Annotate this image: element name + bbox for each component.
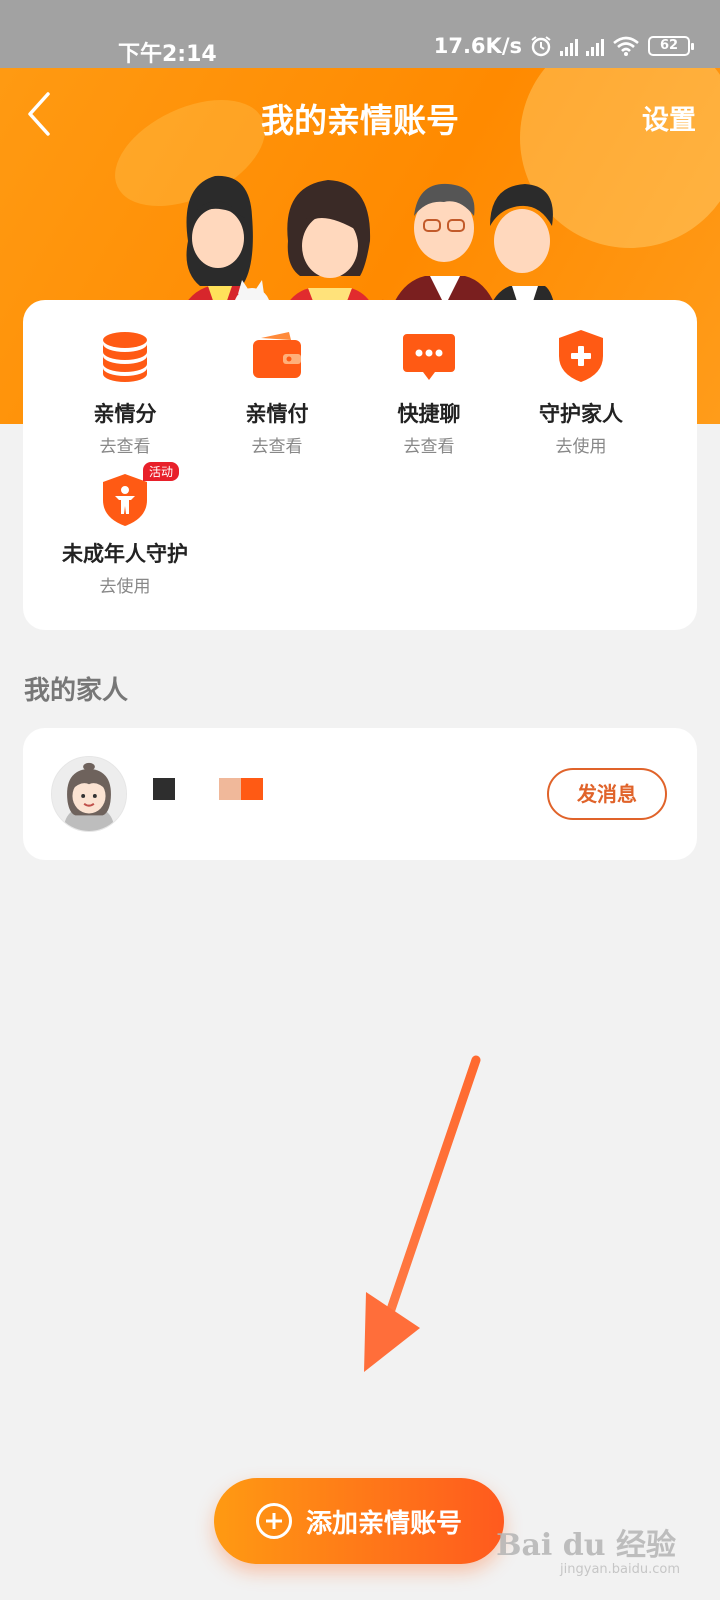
promo-badge: 活动 (143, 462, 180, 481)
redaction-block (153, 778, 175, 800)
status-icons: 17.6K/s 62 (433, 34, 694, 58)
alarm-icon (531, 36, 551, 57)
watermark-brand: Bai du 经验 (496, 1528, 676, 1563)
feature-label: 守护家人 (539, 402, 623, 426)
redaction-block (219, 778, 241, 800)
avatar[interactable] (51, 756, 127, 832)
feature-sub: 去查看 (99, 437, 151, 457)
signal-icon (560, 36, 578, 56)
plus-circle-icon (255, 1503, 292, 1539)
feature-label: 亲情付 (245, 402, 309, 426)
section-title-family: 我的家人 (24, 676, 129, 706)
feature-guard-family[interactable]: 守护家人 去使用 (503, 326, 659, 457)
redaction-gap (175, 778, 219, 800)
status-time: 下午2:14 (118, 42, 217, 67)
feature-label: 亲情分 (93, 402, 157, 426)
add-button-label: 添加亲情账号 (305, 1508, 462, 1539)
coin-stack-icon (103, 332, 147, 382)
feature-card: 亲情分 去查看 亲情付 去查看 快捷聊 去查看 守护家人 去使用 活动 未成年人… (23, 300, 697, 630)
feature-minor-guard[interactable]: 活动 未成年人守护 去使用 (47, 462, 203, 597)
feature-label: 未成年人守护 (62, 542, 188, 566)
feature-label: 快捷聊 (397, 402, 461, 426)
net-speed: 17.6K/s (433, 34, 522, 58)
signal-icon-2 (586, 36, 604, 56)
watermark-url: jingyan.baidu.com (560, 1562, 680, 1577)
status-bar: 下午2:14 17.6K/s 62 (0, 0, 720, 68)
add-family-account-button[interactable]: 添加亲情账号 (214, 1478, 504, 1564)
feature-sub: 去使用 (555, 437, 607, 457)
feature-sub: 去查看 (251, 437, 303, 457)
settings-button[interactable]: 设置 (642, 98, 696, 137)
wallet-icon (253, 332, 301, 378)
family-member-card[interactable]: 发消息 (23, 728, 697, 860)
feature-family-pay[interactable]: 亲情付 去查看 (199, 326, 355, 457)
feature-family-score[interactable]: 亲情分 去查看 (47, 326, 203, 457)
chat-bubble-icon (403, 334, 455, 380)
battery-icon: 62 (648, 36, 694, 56)
feature-sub: 去使用 (99, 577, 151, 597)
page-title: 我的亲情账号 (261, 101, 459, 140)
send-message-button[interactable]: 发消息 (547, 768, 667, 820)
feature-sub: 去查看 (403, 437, 455, 457)
shield-plus-icon (559, 330, 603, 382)
member-name-redacted (153, 778, 263, 800)
feature-quick-chat[interactable]: 快捷聊 去查看 (351, 326, 507, 457)
redaction-block (241, 778, 263, 800)
wifi-icon (613, 36, 639, 56)
